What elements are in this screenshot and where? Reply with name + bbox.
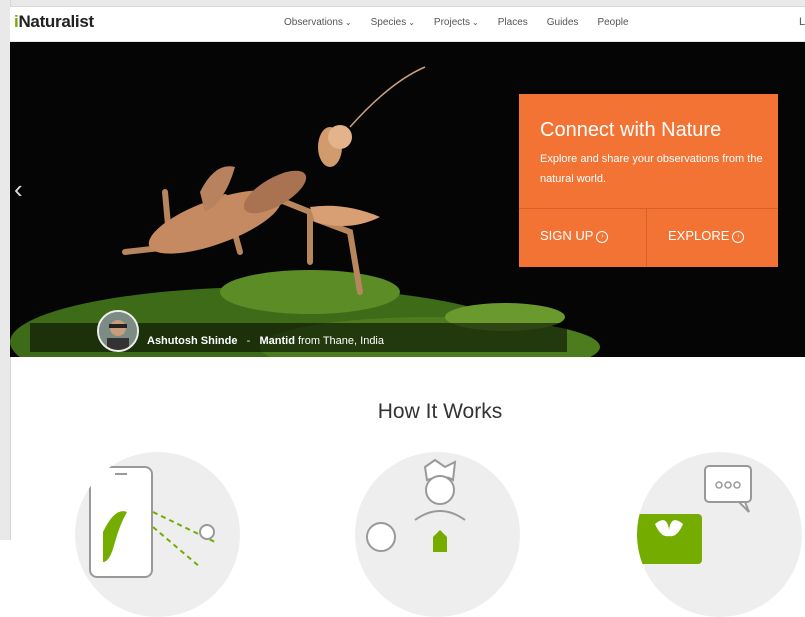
arrow-right-icon: ›: [596, 230, 609, 243]
explore-label: EXPLORE: [668, 228, 730, 243]
inaturalist-logo[interactable]: iNaturalist: [14, 12, 94, 32]
step-discuss-illustration: [637, 452, 802, 617]
top-nav: iNaturalist Observations ⌄ Species ⌄ Proje…: [10, 7, 805, 42]
nav-places[interactable]: Places: [498, 17, 528, 28]
hero-cta-card: Connect with Nature Explore and share yo…: [519, 94, 778, 267]
step-share-illustration: [355, 452, 520, 617]
step-observe-illustration: [75, 452, 240, 617]
nav-projects[interactable]: Projects ⌄: [434, 17, 479, 28]
nav-login-link[interactable]: L: [799, 16, 805, 28]
credit-place: from Thane, India: [297, 335, 384, 347]
photographer-name[interactable]: Ashutosh Shinde: [147, 335, 237, 347]
species-name[interactable]: Mantid: [259, 335, 294, 347]
card-divider: [519, 208, 778, 209]
carousel-prev-icon[interactable]: ‹: [14, 176, 23, 202]
arrow-right-icon: ›: [732, 230, 745, 243]
nav-guides[interactable]: Guides: [547, 17, 579, 28]
window-frame-top: [0, 0, 805, 7]
credit-separator: -: [246, 335, 251, 347]
explore-button[interactable]: EXPLORE ›: [668, 228, 745, 243]
nav-menu: Observations ⌄ Species ⌄ Projects ⌄ Places …: [284, 17, 629, 28]
photo-credit: Ashutosh Shinde - Mantid from Thane, Ind…: [147, 335, 384, 347]
card-divider-vertical: [646, 208, 647, 267]
nav-observations[interactable]: Observations ⌄: [284, 17, 352, 28]
chevron-down-icon: ⌄: [408, 18, 415, 27]
nav-people[interactable]: People: [597, 17, 628, 28]
hero-subtitle: Explore and share your observations from…: [540, 153, 763, 185]
hero-carousel: ‹ Ashutosh Shinde - Mantid from Thane, I…: [10, 42, 805, 357]
chevron-down-icon: ⌄: [472, 18, 479, 27]
photographer-avatar[interactable]: [97, 310, 139, 352]
signup-button[interactable]: SIGN UP ›: [540, 228, 609, 243]
hero-title: Connect with Nature: [540, 119, 722, 141]
chevron-down-icon: ⌄: [344, 18, 352, 27]
nav-species[interactable]: Species ⌄: [371, 17, 415, 28]
how-it-works-title: How It Works: [377, 400, 503, 423]
logo-text: Naturalist: [18, 12, 94, 31]
signup-label: SIGN UP: [540, 228, 594, 243]
